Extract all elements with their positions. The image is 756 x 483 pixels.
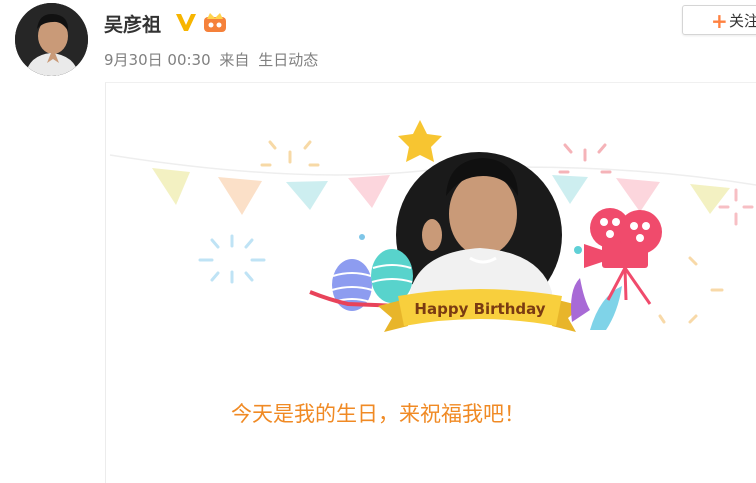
sparkle-burst	[198, 234, 266, 284]
star-icon	[398, 120, 442, 162]
pennant-flag	[152, 168, 190, 205]
pennant-flag	[218, 177, 262, 215]
happy-birthday-text: Happy Birthday	[414, 300, 545, 318]
pennant-flag	[348, 175, 390, 208]
pennant-flag	[286, 181, 328, 210]
pennant-flag	[552, 175, 588, 204]
birthday-caption: 今天是我的生日，来祝福我吧！	[231, 402, 525, 426]
pennant-flag	[616, 178, 660, 212]
confetti-dot	[574, 246, 582, 254]
leaf-decoration	[590, 286, 622, 330]
sparkle-burst	[718, 188, 754, 226]
sparkle-burst	[658, 256, 724, 324]
movie-camera-icon	[584, 208, 662, 305]
sparkle-burst	[260, 140, 320, 167]
confetti-dot	[359, 234, 365, 240]
pennant-flag	[690, 184, 730, 214]
leaf-decoration	[571, 278, 590, 322]
